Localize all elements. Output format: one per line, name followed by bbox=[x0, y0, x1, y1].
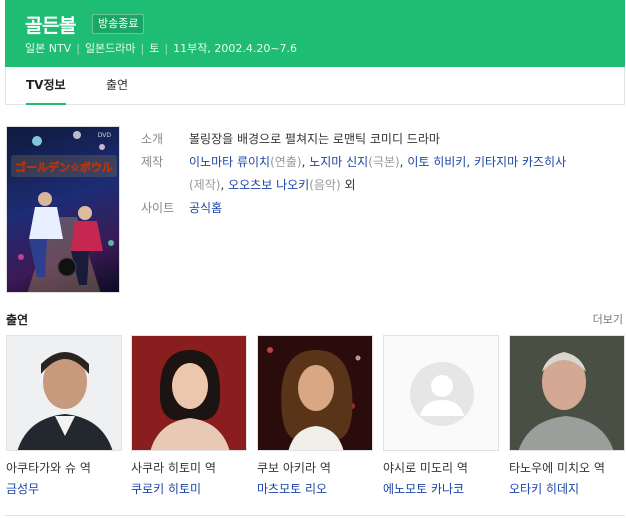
production-line-2: (제작), 오오츠보 나오키(음악) 외 bbox=[189, 178, 356, 192]
production-producer-role: (제작) bbox=[189, 178, 221, 192]
production-music-role: (음악) bbox=[309, 178, 341, 192]
meta-separator: | bbox=[76, 42, 80, 55]
cast-role: 야시로 미도리 역 bbox=[383, 461, 468, 475]
cast-role: 아쿠타가와 슈 역 bbox=[6, 461, 91, 475]
meta-episodes-dates: 11부작, 2002.4.20~7.6 bbox=[173, 42, 298, 55]
meta-separator: | bbox=[140, 42, 145, 55]
poster-title-text: ゴールデン☆ボウル bbox=[15, 160, 113, 174]
poster-brand-text: DVD bbox=[98, 132, 112, 139]
cast-photo-placeholder[interactable] bbox=[383, 335, 499, 451]
cast-name-link[interactable]: 오타키 히데지 bbox=[509, 480, 625, 497]
meta-channel: 일본 NTV bbox=[25, 42, 72, 55]
site-label: 사이트 bbox=[141, 201, 175, 215]
poster-artwork: ゴールデン☆ボウル DVD bbox=[11, 131, 117, 292]
more-link[interactable]: 더보기 bbox=[593, 311, 623, 327]
site-link[interactable]: 공식홈 bbox=[189, 197, 222, 219]
cast-role: 쿠보 아키라 역 bbox=[257, 461, 331, 475]
cast-portrait-image bbox=[7, 336, 121, 450]
cast-photo[interactable] bbox=[6, 335, 122, 451]
cast-name-link[interactable]: 마츠모토 리오 bbox=[257, 480, 373, 497]
production-writer-link[interactable]: 노지마 신지 bbox=[309, 155, 368, 169]
production-line-1: 이노마타 류이치(연출), 노지마 신지(극본), 이토 히비키, 키타지마 카… bbox=[189, 155, 567, 169]
production-label: 제작 bbox=[141, 155, 164, 169]
cast-card[interactable]: 타노우에 미치오 역 오타키 히데지 bbox=[509, 335, 625, 497]
cast-photo[interactable] bbox=[257, 335, 373, 451]
tab-bar: TV정보 출연 bbox=[5, 67, 625, 105]
intro-value: 볼링장을 배경으로 펼쳐지는 로맨틱 코미디 드라마 bbox=[189, 132, 440, 146]
cast-name-link[interactable]: 금성무 bbox=[6, 480, 122, 497]
production-director-link[interactable]: 이노마타 류이치 bbox=[189, 155, 270, 169]
production-producer2-link[interactable]: 키타지마 카즈히사 bbox=[474, 155, 566, 169]
cast-photo[interactable] bbox=[131, 335, 247, 451]
cast-name-link[interactable]: 쿠로키 히토미 bbox=[131, 480, 247, 497]
program-header: 골든볼 방송종료 일본 NTV | 일본드라마 | 토 | 11부작, 2002.4.20~… bbox=[5, 0, 625, 67]
status-badge: 방송종료 bbox=[92, 14, 145, 34]
cast-photo[interactable] bbox=[509, 335, 625, 451]
poster-image[interactable]: ゴールデン☆ボウル DVD bbox=[6, 126, 120, 293]
production-music-link[interactable]: 오오츠보 나오키 bbox=[228, 178, 309, 192]
production-writer-role: (극본) bbox=[368, 155, 400, 169]
cast-card[interactable]: 사쿠라 히토미 역 쿠로키 히토미 bbox=[131, 335, 247, 497]
meta-day: 토 bbox=[149, 42, 160, 55]
cast-name-link[interactable]: 에노모토 카나코 bbox=[383, 480, 499, 497]
default-avatar-icon bbox=[410, 362, 474, 426]
cast-card[interactable]: 야시로 미도리 역 에노모토 카나코 bbox=[383, 335, 499, 497]
production-etc: 외 bbox=[344, 178, 356, 192]
meta-separator: | bbox=[164, 42, 169, 55]
production-producer-link[interactable]: 이토 히비키 bbox=[407, 155, 466, 169]
section-divider bbox=[5, 515, 625, 516]
production-director-role: (연출) bbox=[270, 155, 302, 169]
cast-section-title: 출연 bbox=[6, 313, 29, 327]
cast-role: 타노우에 미치오 역 bbox=[509, 461, 605, 475]
cast-portrait-image bbox=[510, 336, 624, 450]
program-meta: 일본 NTV | 일본드라마 | 토 | 11부작, 2002.4.20~7.6 bbox=[25, 40, 297, 56]
cast-card[interactable]: 쿠보 아키라 역 마츠모토 리오 bbox=[257, 335, 373, 497]
cast-role: 사쿠라 히토미 역 bbox=[131, 461, 216, 475]
tab-tv-info[interactable]: TV정보 bbox=[26, 67, 66, 105]
cast-card[interactable]: 아쿠타가와 슈 역 금성무 bbox=[6, 335, 122, 497]
cast-portrait-image bbox=[258, 336, 372, 450]
tab-cast[interactable]: 출연 bbox=[106, 67, 128, 104]
program-title[interactable]: 골든볼 bbox=[25, 11, 76, 38]
meta-genre: 일본드라마 bbox=[84, 42, 136, 55]
intro-label: 소개 bbox=[141, 132, 164, 146]
cast-portrait-image bbox=[132, 336, 246, 450]
